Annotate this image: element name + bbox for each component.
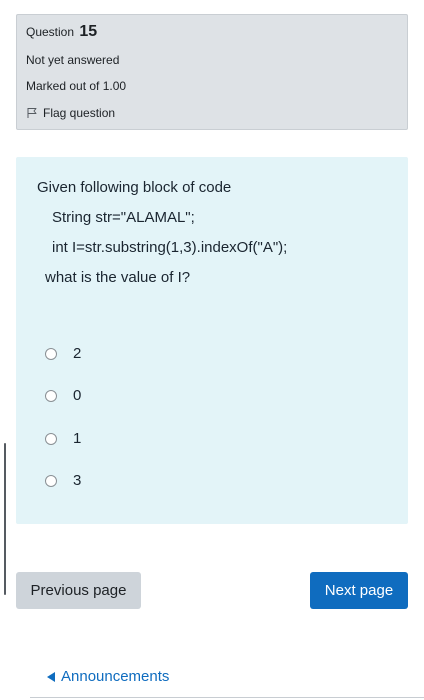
flag-question-link[interactable]: Flag question bbox=[26, 106, 115, 120]
question-formulation: Given following block of code String str… bbox=[16, 157, 408, 524]
answer-option[interactable]: 1 bbox=[45, 430, 81, 447]
divider bbox=[30, 697, 424, 698]
answer-option[interactable]: 2 bbox=[45, 345, 81, 362]
question-label: Question bbox=[26, 25, 75, 39]
question-text-line: Given following block of code bbox=[37, 179, 232, 196]
flag-icon bbox=[27, 108, 37, 118]
answer-option-label: 1 bbox=[73, 430, 82, 447]
answer-option-label: 0 bbox=[73, 387, 82, 404]
answer-option[interactable]: 3 bbox=[45, 472, 81, 489]
radio-button[interactable] bbox=[45, 389, 57, 402]
announcements-link[interactable]: Announcements bbox=[47, 668, 169, 685]
code-line: int I=str.substring(1,3).indexOf("A"); bbox=[52, 239, 288, 256]
question-number: 15 bbox=[79, 23, 98, 40]
radio-button[interactable] bbox=[45, 347, 57, 360]
chevron-left-icon bbox=[47, 671, 55, 682]
scrollbar[interactable] bbox=[4, 443, 6, 595]
answer-option-label: 2 bbox=[73, 345, 82, 362]
answer-option[interactable]: 0 bbox=[45, 387, 81, 404]
answer-option-label: 3 bbox=[73, 472, 82, 489]
previous-page-button[interactable]: Previous page bbox=[16, 572, 141, 609]
next-page-button[interactable]: Next page bbox=[310, 572, 408, 609]
question-info-panel: Question 15 Not yet answered Marked out … bbox=[16, 14, 408, 130]
quiz-page: Question 15 Not yet answered Marked out … bbox=[0, 0, 424, 700]
question-status: Not yet answered bbox=[26, 53, 120, 67]
question-heading: Question 15 bbox=[26, 23, 97, 41]
flag-question-label: Flag question bbox=[43, 106, 116, 120]
code-line: String str="ALAMAL"; bbox=[52, 209, 195, 226]
question-marks: Marked out of 1.00 bbox=[26, 79, 127, 93]
question-prompt: what is the value of I? bbox=[45, 269, 191, 286]
radio-button[interactable] bbox=[45, 432, 57, 445]
announcements-label: Announcements bbox=[61, 668, 170, 685]
radio-button[interactable] bbox=[45, 474, 57, 487]
